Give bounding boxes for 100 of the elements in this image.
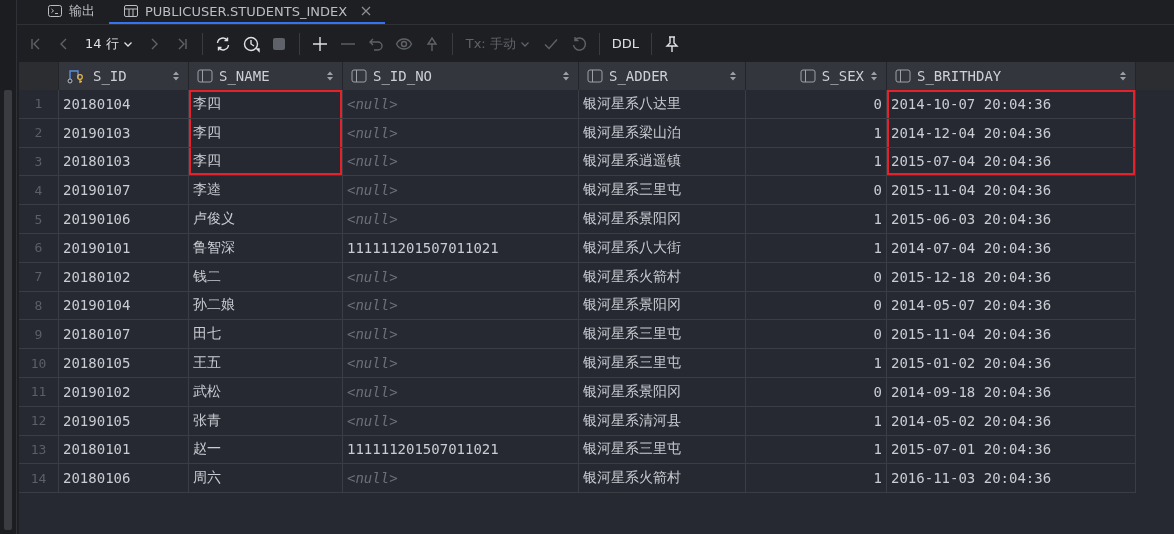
table-cell: 20180105	[59, 349, 189, 378]
editor-tab[interactable]: 输出	[33, 0, 109, 24]
table-cell: 0	[746, 320, 887, 350]
table-cell: 钱二	[189, 262, 343, 292]
table-cell: 王五	[189, 349, 343, 378]
table-cell: 2015-07-01 20:04:36	[887, 435, 1136, 465]
table-cell: 2014-12-04 20:04:36	[887, 118, 1136, 148]
table-cell: 1	[746, 349, 887, 378]
column-header[interactable]: S_SEX	[746, 62, 887, 90]
column-header[interactable]: S_ID	[59, 62, 189, 90]
column-name: S_NAME	[219, 68, 271, 84]
table-cell: 20180103	[59, 147, 189, 177]
table-cell: 银河星系景阳冈	[579, 377, 746, 407]
table-cell: 2014-07-04 20:04:36	[887, 234, 1136, 263]
table-cell: 银河星系景阳冈	[579, 291, 746, 321]
sort-icon[interactable]	[729, 70, 737, 82]
table-cell: 银河星系梁山泊	[579, 118, 746, 148]
table-cell: 银河星系三里屯	[579, 320, 746, 350]
table-cell: 111111201507011021	[343, 234, 579, 263]
dropdown-button[interactable]: 14 行	[79, 30, 139, 57]
sort-icon[interactable]	[870, 70, 878, 82]
table-cell: 鲁智深	[189, 234, 343, 263]
table-cell: 2015-01-02 20:04:36	[887, 349, 1136, 378]
table-cell: 银河星系逍遥镇	[579, 147, 746, 177]
table-cell: 李四	[189, 147, 343, 177]
table-cell: 银河星系火箭村	[579, 464, 746, 494]
table-cell: 0	[746, 176, 887, 206]
table-cell: 2014-05-02 20:04:36	[887, 406, 1136, 436]
table-cell: 20190107	[59, 176, 189, 206]
column-header[interactable]: S_ID_NO	[343, 62, 579, 90]
ddl-button[interactable]: DDL	[606, 32, 645, 55]
table-cell: 20180104	[59, 90, 189, 119]
column-name: S_BRITHDAY	[917, 68, 1003, 84]
table-cell: 0	[746, 90, 887, 119]
table-cell: 孙二娘	[189, 291, 343, 321]
null-cell: <null>	[343, 406, 579, 436]
column-header[interactable]: S_NAME	[189, 62, 343, 90]
column-name: S_SEX	[821, 68, 864, 84]
table-cell: 0	[746, 262, 887, 292]
table-cell: 银河星系三里屯	[579, 435, 746, 465]
table-cell: 银河星系景阳冈	[579, 205, 746, 234]
table-cell: 银河星系八达里	[579, 90, 746, 119]
column-icon	[587, 69, 603, 83]
table-cell: 武松	[189, 377, 343, 407]
table-cell: 20180107	[59, 320, 189, 350]
table-cell: 20190105	[59, 406, 189, 436]
terminal-icon	[47, 3, 63, 19]
table-cell: 1	[746, 234, 887, 263]
table-cell: 2014-10-07 20:04:36	[887, 90, 1136, 119]
column-header[interactable]: S_BRITHDAY	[887, 62, 1136, 90]
null-cell: <null>	[343, 147, 579, 177]
table-cell: 2015-11-04 20:04:36	[887, 176, 1136, 206]
table-icon	[123, 3, 139, 19]
table-cell: 田七	[189, 320, 343, 350]
sort-icon[interactable]	[1119, 70, 1127, 82]
table-cell: 20190104	[59, 291, 189, 321]
table-cell: 2015-12-18 20:04:36	[887, 262, 1136, 292]
table-cell: 20180102	[59, 262, 189, 292]
sort-icon[interactable]	[326, 70, 334, 82]
column-icon	[351, 69, 367, 83]
table-cell: 1	[746, 147, 887, 177]
table-cell: 2014-05-07 20:04:36	[887, 291, 1136, 321]
table-cell: 银河星系三里屯	[579, 349, 746, 378]
column-header[interactable]: S_ADDER	[579, 62, 746, 90]
null-cell: <null>	[343, 205, 579, 234]
table-cell: 卢俊义	[189, 205, 343, 234]
null-cell: <null>	[343, 291, 579, 321]
null-cell: <null>	[343, 464, 579, 494]
table-cell: 2015-06-03 20:04:36	[887, 205, 1136, 234]
table-cell: 20180101	[59, 435, 189, 465]
null-cell: <null>	[343, 176, 579, 206]
table-cell: 银河星系清河县	[579, 406, 746, 436]
table-cell: 2015-11-04 20:04:36	[887, 320, 1136, 350]
column-icon	[197, 69, 213, 83]
table-cell: 0	[746, 377, 887, 407]
table-cell: 1	[746, 118, 887, 148]
scrollbar[interactable]	[4, 90, 12, 530]
table-cell: 1	[746, 435, 887, 465]
sort-icon[interactable]	[562, 70, 570, 82]
column-icon	[895, 69, 911, 83]
table-cell: 1	[746, 464, 887, 494]
table-cell: 20190106	[59, 205, 189, 234]
table-cell: 20190101	[59, 234, 189, 263]
sort-icon[interactable]	[172, 70, 180, 82]
column-name: S_ADDER	[609, 68, 669, 84]
table-cell: 银河星系三里屯	[579, 176, 746, 206]
table-cell: 周六	[189, 464, 343, 494]
null-cell: <null>	[343, 320, 579, 350]
table-cell: 111111201507011021	[343, 435, 579, 465]
table-cell: 2016-11-03 20:04:36	[887, 464, 1136, 494]
close-icon[interactable]	[361, 6, 372, 16]
table-cell: 李四	[189, 90, 343, 119]
table-cell: 0	[746, 291, 887, 321]
table-cell: 2015-07-04 20:04:36	[887, 147, 1136, 177]
table-cell: 张青	[189, 406, 343, 436]
table-cell: 赵一	[189, 435, 343, 465]
null-cell: <null>	[343, 377, 579, 407]
table-cell: 李逵	[189, 176, 343, 206]
table-cell: 20180106	[59, 464, 189, 494]
column-name: S_ID_NO	[373, 68, 433, 84]
